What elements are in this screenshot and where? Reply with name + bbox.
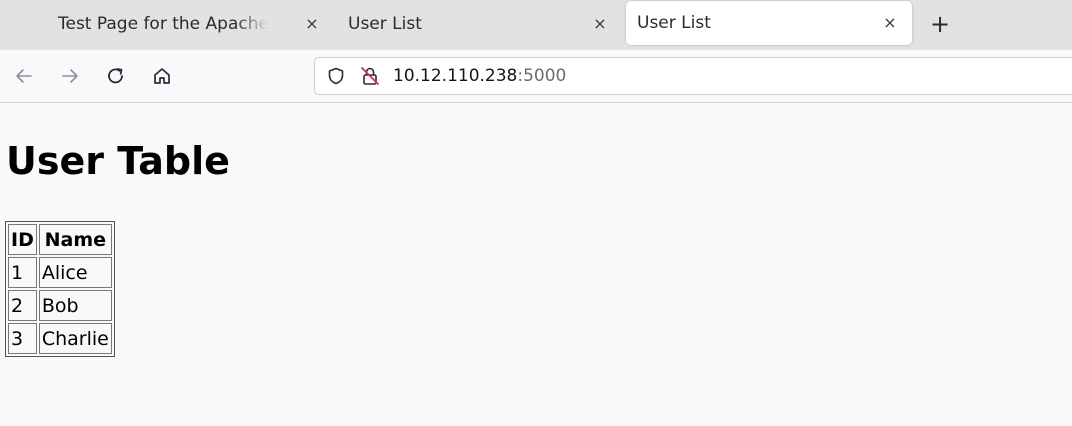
user-table: ID Name 1 Alice 2 Bob 3 Charlie: [5, 221, 115, 357]
table-header-row: ID Name: [8, 224, 112, 255]
home-icon[interactable]: [148, 62, 176, 90]
tab-title: User List: [348, 14, 422, 34]
shield-icon[interactable]: [327, 67, 345, 85]
back-arrow-icon[interactable]: [10, 62, 38, 90]
page-content: User Table ID Name 1 Alice 2 Bob 3 Charl…: [0, 103, 1072, 426]
navigation-toolbar: 10.12.110.238:5000: [0, 50, 1072, 103]
cell-name: Bob: [38, 290, 112, 321]
reload-icon[interactable]: [102, 62, 130, 90]
cell-id: 2: [8, 290, 37, 321]
table-row: 3 Charlie: [8, 323, 112, 354]
plus-icon[interactable]: +: [926, 10, 954, 38]
url-port: :5000: [517, 66, 567, 86]
insecure-lock-icon[interactable]: [359, 66, 381, 86]
cell-id: 3: [8, 323, 37, 354]
table-row: 2 Bob: [8, 290, 112, 321]
url-host: 10.12.110.238: [393, 66, 518, 86]
column-header-name: Name: [38, 224, 112, 255]
forward-arrow-icon[interactable]: [56, 62, 84, 90]
address-bar[interactable]: 10.12.110.238:5000: [314, 57, 1072, 95]
tab-user-list[interactable]: User List ×: [336, 2, 622, 46]
column-header-id: ID: [8, 224, 37, 255]
url-text[interactable]: 10.12.110.238:5000: [393, 66, 566, 86]
close-icon[interactable]: ×: [880, 12, 900, 32]
close-icon[interactable]: ×: [590, 13, 610, 33]
tab-apache-test-page[interactable]: Test Page for the Apache HTTP Server ×: [46, 2, 326, 46]
tab-title: Test Page for the Apache HTTP Server: [58, 14, 268, 34]
cell-name: Charlie: [38, 323, 112, 354]
tab-strip: Test Page for the Apache HTTP Server × U…: [0, 0, 1072, 50]
cell-name: Alice: [38, 257, 112, 288]
tab-title: User List: [637, 13, 711, 33]
cell-id: 1: [8, 257, 37, 288]
tab-user-list-active[interactable]: User List ×: [626, 1, 912, 45]
page-title: User Table: [6, 139, 230, 183]
close-icon[interactable]: ×: [302, 13, 322, 33]
table-row: 1 Alice: [8, 257, 112, 288]
